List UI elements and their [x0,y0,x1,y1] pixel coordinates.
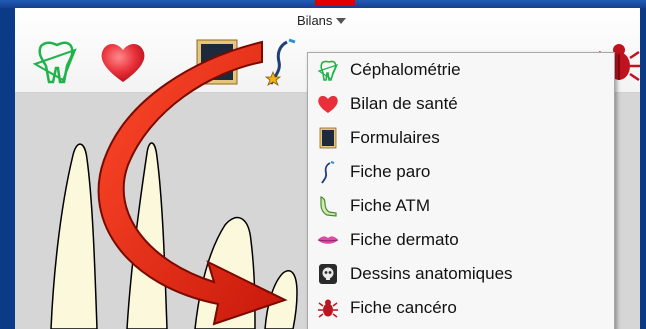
menu-item-formulaires[interactable]: Formulaires [308,121,614,155]
tooth-cephalometry-icon[interactable] [29,36,81,88]
app-window: Bilans Céphalométrie Bilan de santé Form… [15,8,640,329]
chevron-down-icon [336,18,347,24]
heart-icon [318,95,338,113]
tmj-icon [320,196,337,217]
menu-item-label: Céphalométrie [350,60,461,79]
skull-icon [319,264,337,284]
bilans-menu-label: Bilans [297,12,333,28]
red-annotation-stroke [315,0,355,5]
perio-probe-icon [321,161,335,184]
menu-item-label: Bilan de santé [350,94,458,113]
tooth-shape [194,216,256,329]
lips-icon [317,236,339,244]
tooth-shape [264,270,298,329]
menu-item-label: Fiche paro [350,162,431,181]
menu-item-fiche-atm[interactable]: Fiche ATM [308,189,614,223]
menu-item-label: Fiche ATM [350,196,430,215]
menu-item-dessins-anatomiques[interactable]: Dessins anatomiques [308,257,614,291]
heart-icon[interactable] [97,36,149,88]
bilans-menu-button[interactable]: Bilans [297,11,347,29]
tooth-shape [50,143,98,329]
tooth-cephalometry-icon [317,60,339,81]
menu-item-cephalometrie[interactable]: Céphalométrie [308,53,614,87]
bilans-dropdown-menu: Céphalométrie Bilan de santé Formulaires… [307,52,615,329]
menu-item-fiche-cancero[interactable]: Fiche cancéro [308,291,614,325]
menu-item-label: Dessins anatomiques [350,264,513,283]
perio-probe-icon[interactable] [259,36,311,88]
menu-item-fiche-paro[interactable]: Fiche paro [308,155,614,189]
form-icon [319,127,337,149]
menu-item-label: Fiche cancéro [350,298,457,317]
bug-icon [318,299,338,318]
menu-item-label: Formulaires [350,128,440,147]
form-icon[interactable] [191,36,243,88]
screenshot-frame: Bilans Céphalométrie Bilan de santé Form… [0,0,646,329]
menu-item-label: Fiche dermato [350,230,459,249]
menu-item-bilan-de-sante[interactable]: Bilan de santé [308,87,614,121]
tooth-shape [126,142,168,329]
menu-item-fiche-dermato[interactable]: Fiche dermato [308,223,614,257]
